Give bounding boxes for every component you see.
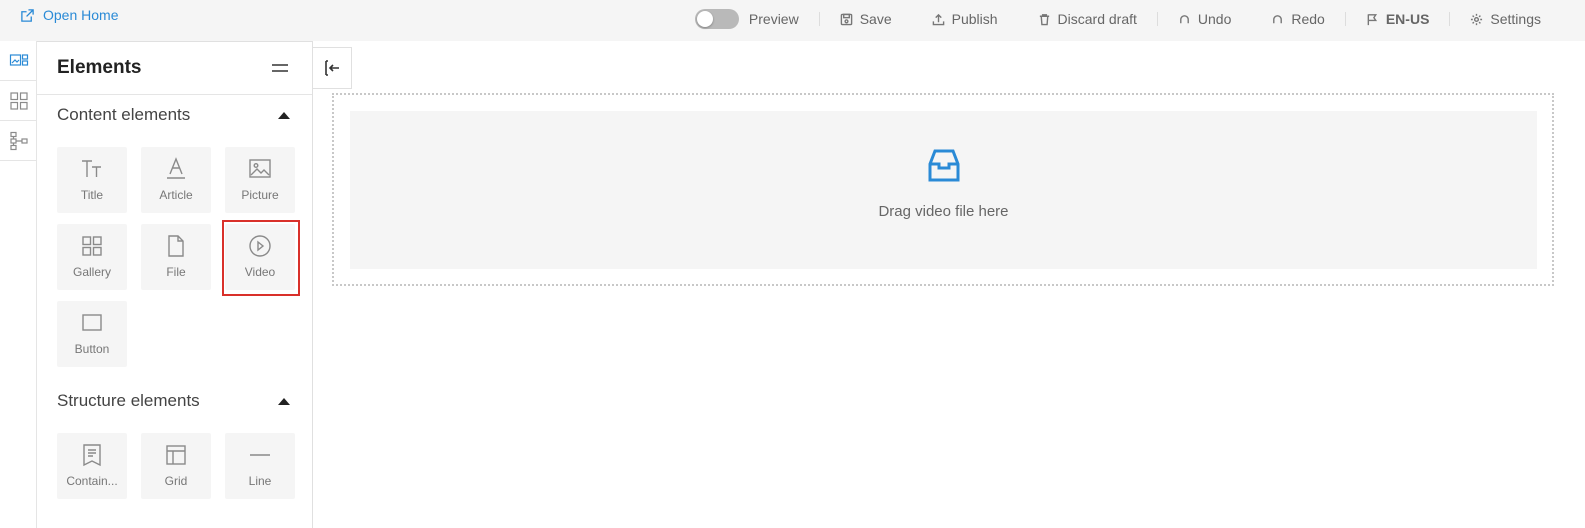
settings-button[interactable]: Settings [1450,0,1585,38]
video-icon [249,235,271,257]
gallery-icon [82,236,102,256]
element-tile-container[interactable]: Contain... [57,433,127,499]
publish-label: Publish [951,11,998,27]
content-elements-header[interactable]: Content elements [37,97,312,133]
tile-label: Gallery [72,265,111,279]
toolbar: Preview Save Publish Discard draft Undo … [694,0,1585,38]
element-tile-button[interactable]: Button [57,301,127,367]
element-tile-title[interactable]: Title [57,147,127,213]
rail-item-pages[interactable] [0,81,37,121]
drop-text: Drag video file here [878,203,1009,220]
tile-label: Article [159,188,193,202]
content-elements-grid: Title Article Picture Gallery File Video… [37,133,312,367]
redo-icon [1273,14,1283,23]
video-dropzone[interactable]: Drag video file here [350,111,1537,269]
redo-label: Redo [1291,11,1325,27]
picture-icon [249,159,271,178]
panel-title: Elements [57,57,142,78]
elements-icon [9,53,28,66]
preview-label: Preview [748,11,799,27]
collapse-panel-button[interactable] [313,47,352,89]
tile-label: File [166,265,186,279]
undo-icon [1179,14,1189,23]
discard-label: Discard draft [1057,11,1137,27]
rail-item-structure[interactable] [0,121,37,161]
tile-label: Picture [241,188,279,202]
save-label: Save [859,11,892,27]
flag-icon [1367,13,1377,25]
structure-elements-grid: Contain... Grid Line [37,419,312,499]
preview-toggle[interactable] [694,9,739,29]
collapse-left-icon [325,60,339,76]
undo-button[interactable]: Undo [1158,0,1251,38]
language-label: EN-US [1385,11,1430,27]
file-icon [168,235,184,257]
preview-button[interactable]: Preview [749,0,819,38]
gear-icon [1471,13,1483,25]
grid-icon [166,445,186,465]
menu-icon[interactable] [272,64,288,72]
element-tile-grid[interactable]: Grid [141,433,211,499]
element-tile-video[interactable]: Video [222,220,300,296]
redo-button[interactable]: Redo [1251,0,1344,38]
settings-label: Settings [1490,11,1541,27]
inbox-icon [928,149,959,182]
elements-panel: Elements Content elements Title Article … [37,41,313,528]
element-tile-gallery[interactable]: Gallery [57,224,127,290]
tile-label: Line [248,474,272,488]
rail-item-elements[interactable] [0,41,37,81]
element-tile-picture[interactable]: Picture [225,147,295,213]
undo-label: Undo [1197,11,1232,27]
structure-tree-icon [9,131,28,150]
tile-label: Title [80,188,104,202]
trash-icon [1039,13,1049,25]
button-icon [82,314,102,331]
open-home-label: Open Home [43,7,119,23]
tile-label: Grid [164,474,188,488]
pages-icon [9,91,28,110]
discard-draft-button[interactable]: Discard draft [1018,0,1157,38]
language-selector[interactable]: EN-US [1346,0,1450,38]
external-link-icon [21,8,34,22]
panel-header: Elements [37,42,312,95]
element-tile-article[interactable]: Article [141,147,211,213]
save-button[interactable]: Save [820,0,912,38]
article-icon [167,157,185,179]
upload-icon [932,13,944,25]
open-home-link[interactable]: Open Home [20,7,118,23]
caret-up-icon [278,397,290,405]
title-icon [82,160,101,177]
save-icon [840,13,853,25]
top-bar: Open Home Preview Save Publish Discard d… [0,0,1585,41]
section-title: Structure elements [57,391,200,410]
left-rail [0,41,37,528]
publish-button[interactable]: Publish [912,0,1018,38]
section-title: Content elements [57,105,191,124]
element-tile-file[interactable]: File [141,224,211,290]
tile-label: Video [244,265,276,279]
tile-label: Button [74,342,110,356]
element-tile-line[interactable]: Line [225,433,295,499]
container-icon [83,444,101,467]
video-block[interactable]: Drag video file here [332,93,1554,286]
caret-up-icon [278,111,290,119]
line-icon [250,454,270,456]
tile-label: Contain... [66,474,118,488]
structure-elements-header[interactable]: Structure elements [37,383,312,419]
